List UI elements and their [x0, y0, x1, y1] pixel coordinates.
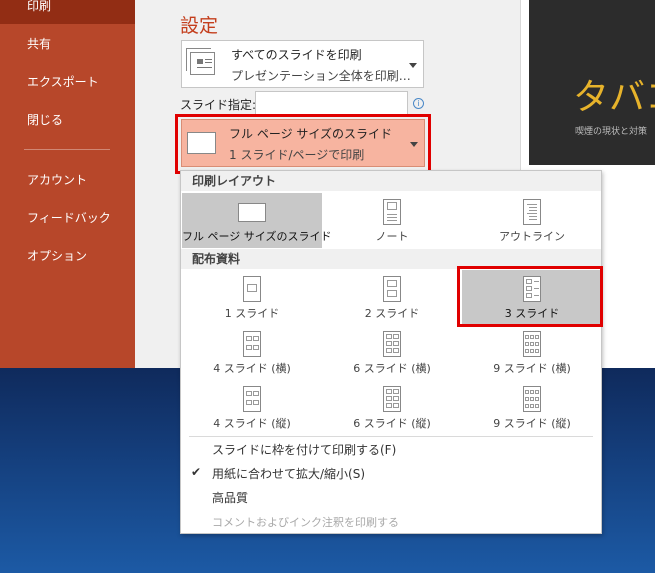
nav-close[interactable]: 閉じる: [0, 102, 135, 138]
option-label: 4 スライド (横): [213, 362, 291, 375]
nav-print[interactable]: 印刷: [0, 0, 135, 24]
nav-account[interactable]: アカウント: [0, 162, 135, 198]
nine-slides-horizontal-icon: [523, 331, 541, 357]
six-slides-horizontal-icon: [383, 331, 401, 357]
print-range-title: すべてのスライドを印刷: [231, 48, 362, 62]
option-4-slides-vertical[interactable]: 4 スライド (縦): [182, 380, 322, 435]
print-range-select[interactable]: すべてのスライドを印刷 プレゼンテーション全体を印刷…: [181, 40, 424, 88]
option-full-page-slide[interactable]: フル ページ サイズのスライド: [182, 193, 332, 248]
slides-stack-icon: [186, 48, 215, 75]
slides-input[interactable]: [255, 91, 408, 115]
menu-print-comments: コメントおよびインク注釈を印刷する: [212, 516, 399, 529]
highlight-3-slides: [457, 266, 603, 327]
print-layout-heading: 印刷レイアウト: [181, 171, 601, 191]
slides-label: スライド指定:: [180, 98, 257, 112]
menu-frame-slides[interactable]: スライドに枠を付けて印刷する(F): [212, 441, 396, 458]
option-2-slides[interactable]: 2 スライド: [322, 270, 462, 325]
settings-heading: 設定: [180, 15, 219, 37]
option-4-slides-horizontal[interactable]: 4 スライド (横): [182, 325, 322, 380]
nine-slides-vertical-icon: [523, 386, 541, 412]
slide-subtitle: 喫煙の現状と対策: [575, 127, 648, 137]
option-label: 9 スライド (縦): [493, 417, 571, 430]
slide-preview: タバコ 喫煙の現状と対策: [529, 0, 655, 165]
chevron-down-icon: [409, 63, 417, 68]
six-slides-vertical-icon: [383, 386, 401, 412]
nav-divider: [24, 149, 110, 150]
outline-page-icon: [523, 199, 541, 225]
option-outline[interactable]: アウトライン: [462, 193, 602, 248]
nav-feedback[interactable]: フィードバック: [0, 200, 135, 236]
nav-options[interactable]: オプション: [0, 238, 135, 274]
menu-scale-to-fit[interactable]: 用紙に合わせて拡大/縮小(S): [212, 465, 365, 482]
print-range-desc: プレゼンテーション全体を印刷…: [231, 69, 411, 83]
option-9-slides-vertical[interactable]: 9 スライド (縦): [462, 380, 602, 435]
two-slides-page-icon: [383, 276, 401, 302]
option-9-slides-horizontal[interactable]: 9 スライド (横): [462, 325, 602, 380]
option-label: 6 スライド (横): [353, 362, 431, 375]
menu-divider: [189, 436, 593, 437]
slide-title: タバコ: [573, 77, 655, 118]
option-label: 2 スライド: [364, 307, 420, 320]
highlight-layout-select: [175, 114, 431, 174]
option-label: ノート: [375, 230, 409, 243]
menu-high-quality[interactable]: 高品質: [212, 489, 248, 506]
option-label: 4 スライド (縦): [213, 417, 291, 430]
notes-page-icon: [383, 199, 401, 225]
option-label: フル ページ サイズのスライド: [182, 230, 332, 243]
backstage-sidebar: 印刷 共有 エクスポート 閉じる アカウント フィードバック オプション: [0, 0, 135, 368]
option-notes[interactable]: ノート: [322, 193, 462, 248]
option-1-slide[interactable]: 1 スライド: [182, 270, 322, 325]
option-label: 6 スライド (縦): [353, 417, 431, 430]
info-icon[interactable]: i: [413, 98, 424, 109]
checkmark-icon: ✔: [191, 465, 202, 479]
option-label: 9 スライド (横): [493, 362, 571, 375]
four-slides-vertical-icon: [243, 386, 261, 412]
option-6-slides-horizontal[interactable]: 6 スライド (横): [322, 325, 462, 380]
full-page-slide-icon: [238, 203, 266, 222]
option-label: 1 スライド: [224, 307, 280, 320]
option-label: アウトライン: [499, 230, 565, 243]
one-slide-page-icon: [243, 276, 261, 302]
nav-share[interactable]: 共有: [0, 26, 135, 62]
layout-dropdown-menu: 印刷レイアウト フル ページ サイズのスライド ノート アウトライン 配布資料: [180, 170, 602, 534]
nav-export[interactable]: エクスポート: [0, 64, 135, 100]
four-slides-horizontal-icon: [243, 331, 261, 357]
option-6-slides-vertical[interactable]: 6 スライド (縦): [322, 380, 462, 435]
